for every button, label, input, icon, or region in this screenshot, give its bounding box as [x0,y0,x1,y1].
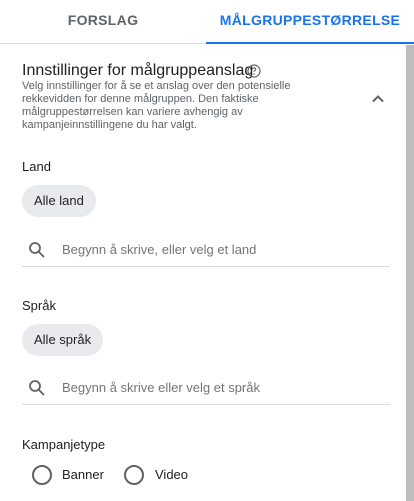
video-radio-label[interactable]: Video [155,467,188,482]
banner-radio[interactable] [32,465,52,485]
land-search-field [22,233,390,267]
active-tab-indicator [206,42,414,44]
tab-malgruppestorrelse[interactable]: MÅLGRUPPESTØRRELSE [206,0,414,44]
scrollbar[interactable] [406,45,414,501]
tab-forslag[interactable]: FORSLAG [0,0,206,44]
kampanjetype-label: Kampanjetype [22,437,106,452]
banner-radio-label[interactable]: Banner [62,467,104,482]
help-circle-icon[interactable] [247,64,261,78]
search-icon [29,242,45,258]
land-search-input[interactable] [62,239,382,259]
sprak-chip[interactable]: Alle språk [22,324,104,356]
sprak-label: Språk [22,298,56,313]
land-label: Land [22,159,51,174]
sprak-search-field [22,371,390,405]
section-description: Velg innstillinger for å se et anslag ov… [22,80,291,131]
section-title: Innstillinger for målgruppeanslag [22,62,254,79]
sprak-search-input[interactable] [62,377,382,397]
chevron-up-icon[interactable] [368,89,388,109]
search-icon [29,380,45,396]
video-radio[interactable] [124,465,144,485]
tab-bar: FORSLAG MÅLGRUPPESTØRRELSE [0,0,414,44]
audience-size-panel: Innstillinger for målgruppeanslag Velg i… [0,45,406,501]
land-chip[interactable]: Alle land [22,185,96,217]
